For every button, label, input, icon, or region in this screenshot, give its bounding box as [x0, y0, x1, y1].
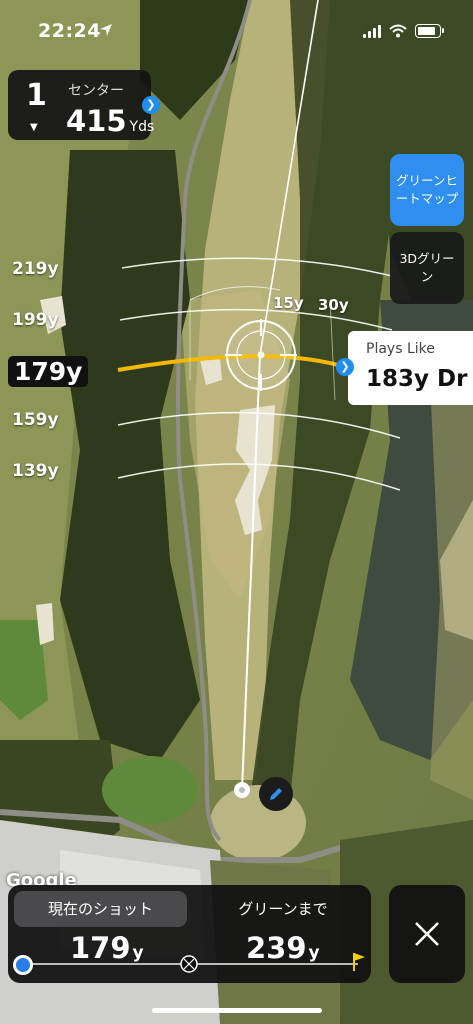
to-green-distance: 239 y — [246, 931, 320, 965]
crosshair-icon[interactable] — [225, 319, 297, 391]
edit-shot-button[interactable] — [259, 777, 293, 811]
hole-selector[interactable]: 1 ▼ センター 415 Yds — [8, 70, 154, 140]
to-green-value: 239 — [246, 931, 307, 965]
shot-distance-panel: 現在のショット グリーンまで 179 y 239 y — [8, 885, 371, 983]
pin-position-label: センター — [68, 83, 124, 99]
chevron-right-icon[interactable]: ❯ — [336, 358, 354, 376]
hole-number: 1 — [26, 78, 47, 113]
dispersion-label-right: 30y — [318, 296, 349, 314]
plays-like-title: Plays Like — [366, 341, 435, 357]
distance-label: 139y — [12, 461, 59, 481]
slider-start-marker[interactable] — [13, 955, 33, 975]
distance-label: 219y — [12, 259, 59, 279]
hole-distance-value: 415 — [66, 104, 127, 138]
status-time: 22:24 — [38, 20, 101, 42]
chevron-right-icon[interactable]: ❯ — [142, 96, 160, 114]
hole-distance: 415 Yds — [66, 104, 154, 138]
dispersion-label-left: 15y — [273, 294, 304, 312]
distance-label: 159y — [12, 410, 59, 430]
crosshair-icon[interactable] — [179, 954, 199, 974]
hole-distance-unit: Yds — [129, 119, 155, 135]
wifi-icon — [389, 24, 407, 38]
tab-current-shot[interactable]: 現在のショット — [14, 891, 187, 927]
3d-green-button[interactable]: 3Dグリーン — [390, 232, 464, 304]
location-arrow-icon — [100, 24, 112, 36]
close-icon — [415, 922, 439, 946]
flag-icon — [353, 953, 365, 971]
home-indicator — [152, 1008, 322, 1013]
active-distance-label: 179y — [8, 356, 89, 387]
signal-icon — [363, 24, 381, 38]
plays-like-card[interactable]: Plays Like 183y Dr — [348, 331, 473, 405]
plays-like-value: 183y Dr — [366, 366, 468, 392]
pencil-icon — [270, 788, 282, 800]
green-heatmap-button[interactable]: グリーンヒートマップ — [390, 154, 464, 226]
current-shot-value: 179 — [70, 931, 131, 965]
close-button[interactable] — [389, 885, 465, 983]
current-shot-unit: y — [132, 943, 144, 963]
tab-to-green[interactable]: グリーンまで — [208, 891, 358, 927]
status-icons — [363, 24, 444, 38]
distance-label: 199y — [12, 310, 59, 330]
current-shot-distance: 179 y — [70, 931, 144, 965]
battery-icon — [415, 24, 444, 38]
caret-down-icon: ▼ — [30, 122, 38, 133]
to-green-unit: y — [308, 943, 320, 963]
